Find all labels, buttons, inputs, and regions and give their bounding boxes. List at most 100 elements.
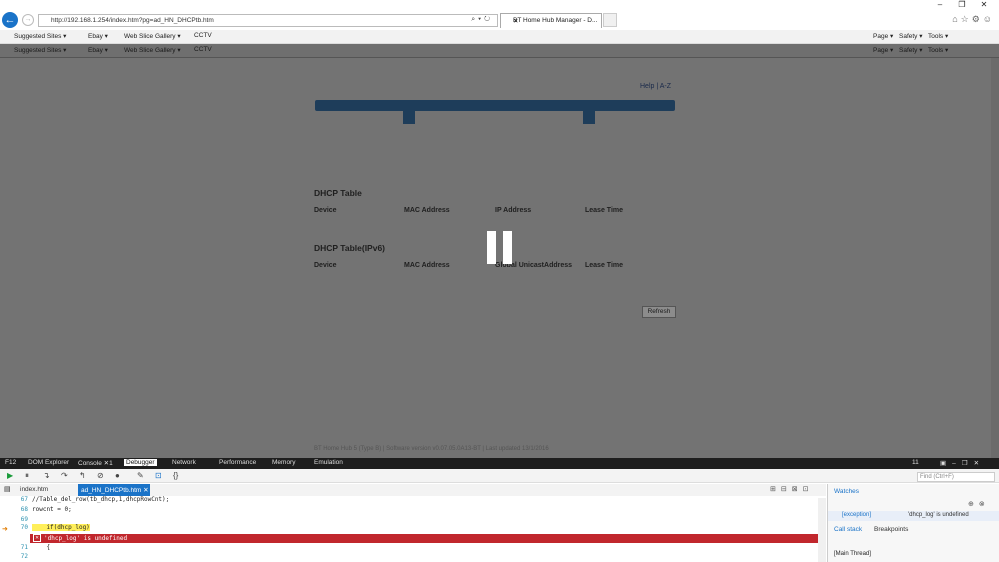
current-line-arrow-icon: ➜ [2, 526, 8, 533]
line-number: 67 [20, 496, 28, 503]
error-count[interactable]: 11 [912, 459, 919, 466]
file-tab-dhcp[interactable]: ad_HN_DHCPtb.htm ✕ [78, 484, 150, 496]
pause-icon[interactable]: ⏸ [25, 471, 29, 481]
exception-behavior-icon[interactable]: ⊘ [97, 471, 104, 480]
source-file-tabs: ▤ index.htm ad_HN_DHCPtb.htm ✕ ⊞⊟⊠⊡ [0, 484, 826, 496]
paused-overlay-icon [487, 231, 512, 264]
fav-suggested-sites[interactable]: Suggested Sites ▾ [14, 32, 66, 40]
forward-button[interactable]: → [22, 14, 34, 26]
fav-ebay[interactable]: Ebay ▾ [88, 32, 108, 40]
col-ip: IP Address [495, 207, 532, 214]
tab-network[interactable]: Network [172, 459, 196, 466]
source-view-icons[interactable]: ⊞⊟⊠⊡ [770, 485, 813, 493]
restore-icon[interactable]: ❐ [951, 0, 973, 9]
fav-ebay[interactable]: Ebay ▾ [88, 46, 108, 54]
favorites-bar: Suggested Sites ▾ Ebay ▾ Web Slice Galle… [0, 30, 999, 44]
tab-dom-explorer[interactable]: DOM Explorer [28, 459, 69, 466]
tab-close-icon[interactable]: ✕ [513, 17, 597, 25]
watch-tools-icons[interactable]: ⊕⊗ [968, 500, 990, 508]
tab-console[interactable]: Console ✕1 [78, 459, 113, 467]
nav-dropdown-left [403, 110, 415, 124]
col-device: Device [314, 207, 337, 214]
help-link[interactable]: Help | A-Z [640, 83, 671, 90]
f12-label: F12 [5, 459, 17, 466]
minimize-icon[interactable]: – [929, 0, 951, 9]
breakpoints-tab[interactable]: Breakpoints [874, 526, 908, 533]
error-icon: ✕ [33, 534, 41, 542]
edit-icon[interactable]: ✎ [137, 471, 144, 480]
address-bar[interactable]: http://192.168.1.254/index.htm?pg=ad_HN_… [38, 14, 498, 27]
nav-bar [315, 100, 675, 111]
step-out-icon[interactable]: ↰ [79, 471, 86, 480]
code-line-current: 70 if(dhcp_log) [0, 524, 826, 534]
devtools-window-controls[interactable]: ▣–❐✕ [940, 459, 985, 467]
code-line: 67 //Table_del_row(tb_dhcp,1,dhcpRowCnt); [0, 496, 826, 506]
line-number: 72 [20, 553, 28, 560]
watches-header[interactable]: Watches [834, 488, 859, 495]
page-content: Help | A-Z DHCP Table Device MAC Address… [0, 58, 999, 458]
fav-suggested-sites[interactable]: Suggested Sites ▾ [14, 46, 66, 54]
tab-emulation[interactable]: Emulation [314, 459, 343, 466]
devtools-tabbar: F12 DOM Explorer Console ✕1 Debugger Net… [0, 458, 999, 469]
page-footer: BT Home Hub 5 (Type B) | Software versio… [314, 446, 549, 452]
address-icons[interactable]: ⌕▾↻ [471, 16, 493, 24]
line-source: { [32, 544, 51, 551]
close-icon[interactable]: ✕ [973, 0, 995, 9]
file-tab-dhcp-label: ad_HN_DHCPtb.htm [81, 487, 142, 494]
call-stack-tab[interactable]: Call stack [834, 526, 862, 533]
main-thread-item[interactable]: [Main Thread] [834, 551, 871, 557]
refresh-button[interactable]: Refresh [642, 306, 676, 318]
browser-tab[interactable]: BT Home Hub Manager - D... ✕ [500, 13, 602, 28]
continue-icon[interactable]: ▶ [7, 471, 13, 480]
window-controls: – ❐ ✕ [929, 0, 999, 12]
col-mac-v6: MAC Address [404, 262, 450, 269]
address-url: http://192.168.1.254/index.htm?pg=ad_HN_… [51, 17, 214, 24]
toolbar-right-icons[interactable]: ⌂☆⚙☺ [952, 14, 995, 25]
tab-memory[interactable]: Memory [272, 459, 295, 466]
fav-cctv[interactable]: CCTV [194, 32, 212, 39]
find-input[interactable]: Find (Ctrl+F) [917, 472, 995, 482]
line-number: 69 [20, 516, 28, 523]
tab-performance[interactable]: Performance [219, 459, 256, 466]
fav-web-slice[interactable]: Web Slice Gallery ▾ [124, 46, 181, 54]
tools-menu[interactable]: Tools ▾ [928, 32, 948, 40]
step-into-icon[interactable]: ↴ [43, 471, 50, 480]
line-source: rowcnt = 0; [32, 506, 72, 513]
safety-menu[interactable]: Safety ▾ [899, 46, 923, 54]
col-lease: Lease Time [585, 207, 624, 214]
back-button[interactable]: ← [2, 12, 18, 28]
code-line: 72 [0, 553, 826, 562]
step-over-icon[interactable]: ↷ [61, 471, 68, 480]
tab-debugger[interactable]: Debugger [124, 459, 157, 466]
dhcp-table-title: DHCP Table [314, 188, 362, 198]
col-lease-v6: Lease Time [585, 262, 624, 269]
page-menu[interactable]: Page ▾ [873, 46, 893, 54]
line-number: 70 [20, 524, 28, 531]
breakpoint-icon[interactable]: ● [115, 471, 120, 480]
code-line: 68 rowcnt = 0; [0, 506, 826, 516]
fav-web-slice[interactable]: Web Slice Gallery ▾ [124, 32, 181, 40]
watch-row[interactable]: [exception] 'dhcp_log' is undefined [828, 511, 999, 521]
page-scrollbar[interactable] [991, 58, 999, 458]
line-source: //Table_del_row(tb_dhcp,1,dhcpRowCnt); [32, 496, 170, 503]
line-source: if(dhcp_log) [32, 524, 90, 531]
debugger-toolbar: ▶ ⏸ ↴ ↷ ↰ ⊘ ● ✎ ⊡ {} [0, 469, 999, 483]
tools-menu[interactable]: Tools ▾ [928, 46, 948, 54]
watches-callstack-pane: Watches ⊕⊗ [exception] 'dhcp_log' is und… [827, 484, 999, 562]
new-tab-button[interactable] [603, 13, 617, 27]
folder-icon[interactable]: ▤ [4, 485, 11, 493]
safety-menu[interactable]: Safety ▾ [899, 32, 923, 40]
favorites-bar-dimmed: Suggested Sites ▾ Ebay ▾ Web Slice Galle… [0, 44, 999, 58]
nav-dropdown-right [583, 110, 595, 124]
col-mac: MAC Address [404, 207, 450, 214]
fav-cctv[interactable]: CCTV [194, 46, 212, 53]
file-tab-index[interactable]: index.htm [20, 486, 48, 493]
page-menu[interactable]: Page ▾ [873, 32, 893, 40]
code-scrollbar[interactable] [818, 498, 826, 562]
just-my-code-icon[interactable]: ⊡ [155, 471, 162, 480]
line-number: 68 [20, 506, 28, 513]
watch-value: 'dhcp_log' is undefined [908, 512, 969, 518]
code-editor[interactable]: 67 //Table_del_row(tb_dhcp,1,dhcpRowCnt);… [0, 496, 826, 562]
pretty-print-icon[interactable]: {} [173, 471, 178, 480]
error-banner: ✕'dhcp_log' is undefined [30, 534, 820, 543]
